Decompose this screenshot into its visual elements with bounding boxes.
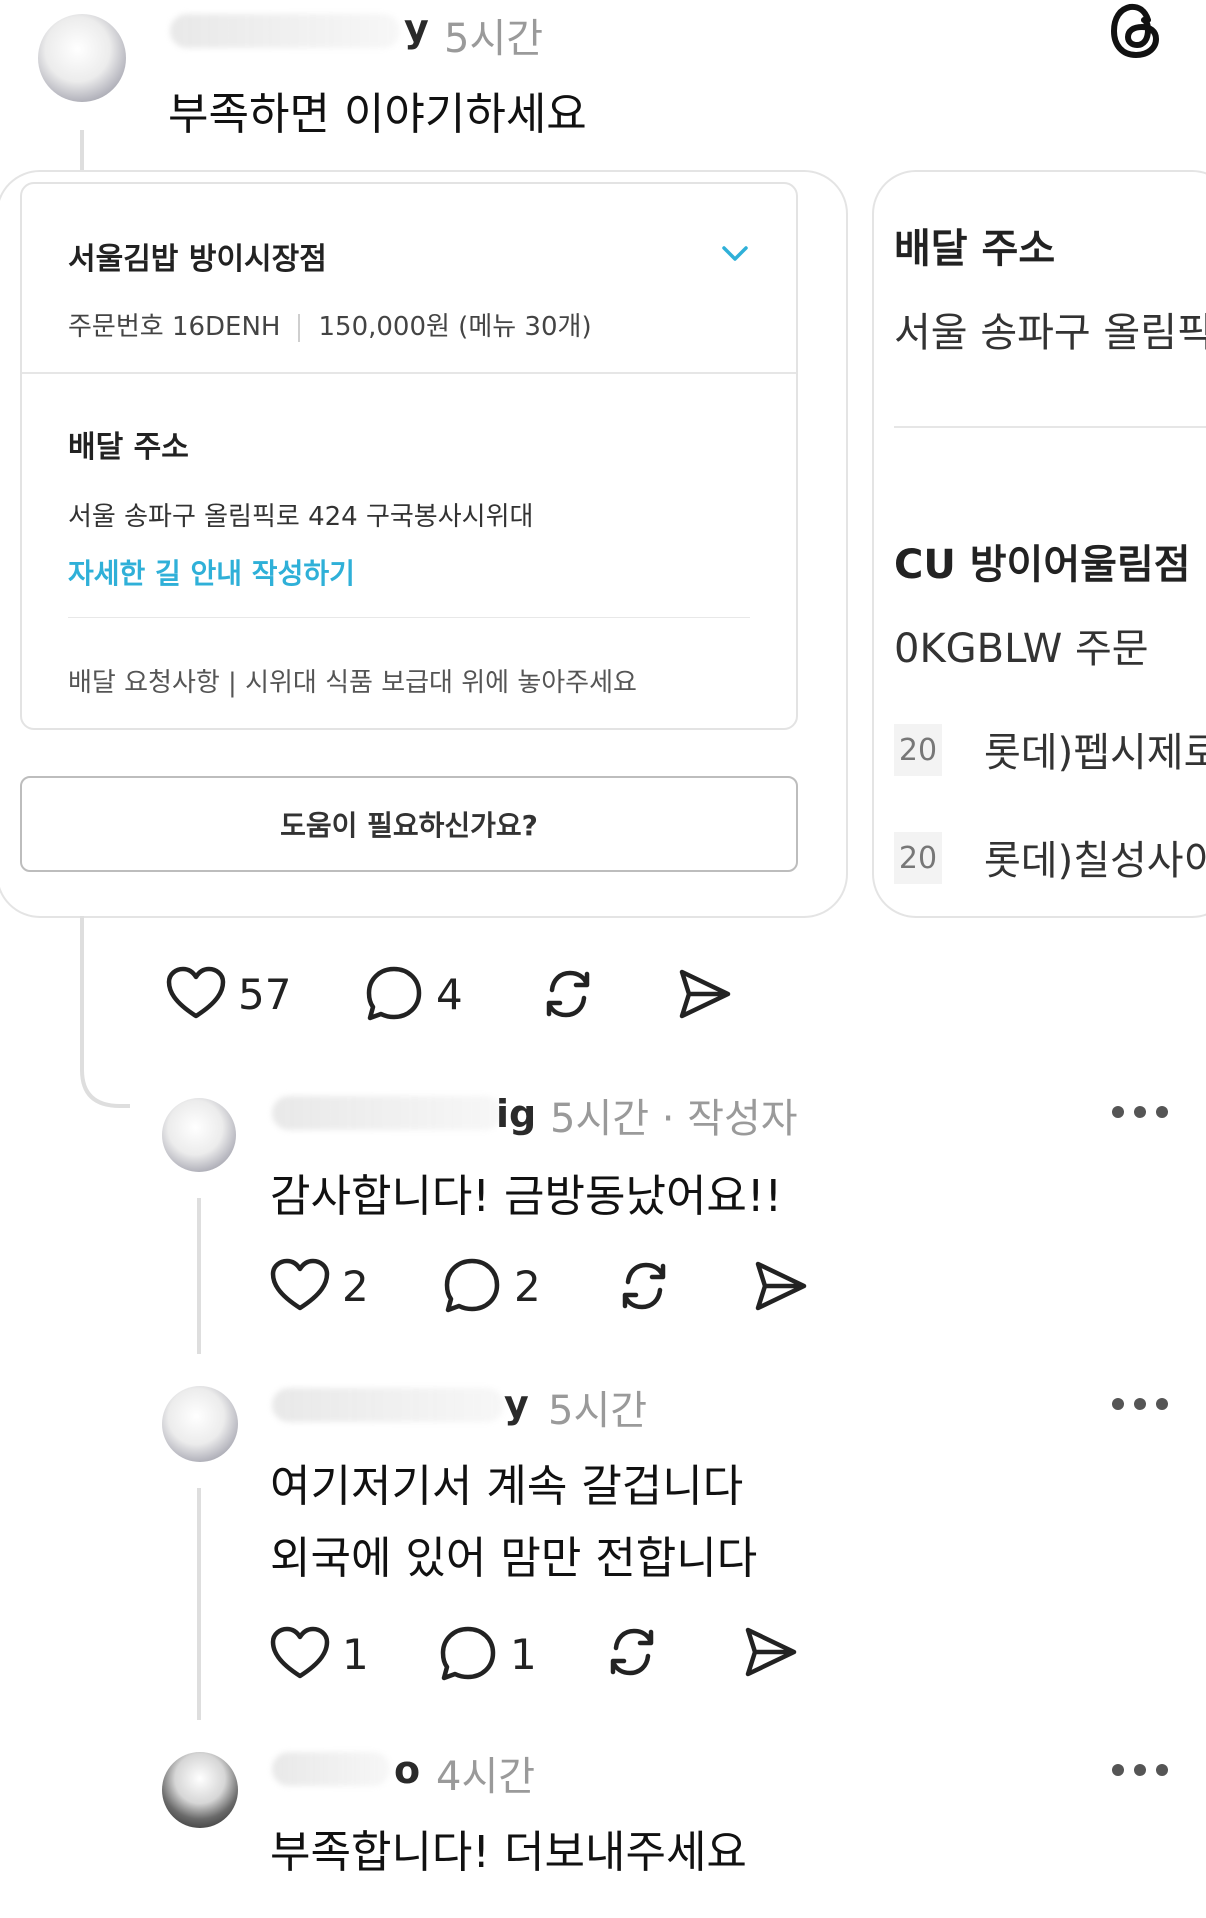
send-icon — [755, 1261, 807, 1311]
order-amount: 150,000원 (메뉴 30개) — [318, 312, 592, 342]
address-text: 서울 송파구 올림픽로 424 구국봉사시위대 — [68, 502, 534, 532]
item-qty: 20 — [894, 724, 942, 776]
comment-time: 5시간 — [548, 1388, 648, 1434]
divider — [68, 617, 750, 618]
address-title: 배달 주소 — [68, 430, 189, 465]
thread-line — [80, 916, 84, 1066]
reply-count: 2 — [514, 1261, 541, 1311]
username-tail: o — [394, 1748, 421, 1792]
username-tail: ig — [496, 1092, 537, 1136]
threads-logo-icon[interactable] — [1108, 0, 1164, 60]
share-button[interactable] — [750, 1256, 810, 1316]
send-icon — [679, 969, 731, 1019]
reply-button[interactable]: 2 — [442, 1256, 541, 1316]
store-name: CU 방이어울림점 — [894, 542, 1191, 588]
reply-button[interactable]: 1 — [438, 1624, 537, 1684]
username-blurred[interactable] — [272, 1752, 390, 1786]
divider — [298, 313, 301, 342]
repost-icon — [622, 1262, 666, 1310]
order-number: 0KGBLW 주문 — [894, 626, 1149, 672]
item-name: 롯데)펩시제로 — [984, 730, 1206, 776]
address-title: 배달 주소 — [894, 226, 1056, 272]
comment-text: 외국에 있어 맘만 전합니다 — [270, 1533, 758, 1584]
like-count: 57 — [238, 969, 292, 1019]
like-button[interactable]: 57 — [166, 966, 291, 1022]
username-blurred[interactable] — [170, 14, 400, 48]
more-icon[interactable] — [1112, 1394, 1168, 1414]
delivery-request: 배달 요청사항 | 시위대 식품 보급대 위에 놓아주세요 — [68, 668, 637, 698]
thread-line — [197, 1198, 201, 1354]
item-qty: 20 — [894, 832, 942, 884]
post-text: 부족하면 이야기하세요 — [168, 89, 587, 140]
attached-image-order-2[interactable]: 배달 주소 서울 송파구 올림픽... CU 방이어울림점 0KGBLW 주문 … — [872, 170, 1206, 918]
divider — [22, 372, 796, 374]
comment-text: 여기저기서 계속 갈겁니다 — [270, 1461, 744, 1512]
repost-button[interactable] — [614, 1256, 674, 1316]
reply-button[interactable]: 4 — [364, 964, 463, 1024]
avatar[interactable] — [162, 1098, 236, 1172]
avatar[interactable] — [38, 14, 126, 102]
share-button[interactable] — [740, 1622, 800, 1682]
like-count: 1 — [342, 1629, 369, 1679]
username-tail: y — [404, 6, 429, 50]
heart-icon — [270, 1258, 330, 1311]
item-name: 롯데)칠성사이 — [984, 838, 1206, 884]
order-number: 주문번호 16DENH — [68, 312, 281, 342]
reply-count: 1 — [510, 1629, 537, 1679]
comment-icon — [440, 1626, 496, 1681]
repost-icon — [546, 970, 590, 1018]
thread-line — [80, 130, 84, 170]
address-text: 서울 송파구 올림픽... — [894, 310, 1206, 356]
username-blurred[interactable] — [272, 1388, 504, 1422]
more-icon[interactable] — [1112, 1760, 1168, 1780]
order-card: 서울김밥 방이시장점 주문번호 16DENH 150,000원 (메뉴 30개) … — [20, 182, 798, 730]
username-tail: y — [504, 1382, 529, 1426]
repost-button[interactable] — [602, 1622, 662, 1682]
repost-icon — [610, 1628, 654, 1676]
heart-icon — [270, 1626, 330, 1679]
thread-line — [197, 1488, 201, 1720]
username-blurred[interactable] — [272, 1096, 502, 1130]
attached-image-order[interactable]: 서울김밥 방이시장점 주문번호 16DENH 150,000원 (메뉴 30개) … — [0, 170, 848, 918]
divider — [894, 426, 1206, 428]
store-name: 서울김밥 방이시장점 — [68, 242, 327, 277]
more-icon[interactable] — [1112, 1102, 1168, 1122]
repost-button[interactable] — [538, 964, 598, 1024]
share-button[interactable] — [674, 964, 734, 1024]
comment-icon — [366, 966, 422, 1021]
send-icon — [745, 1627, 797, 1677]
order-meta: 주문번호 16DENH 150,000원 (메뉴 30개) — [68, 306, 592, 343]
comment-text: 감사합니다! 금방동났어요!! — [270, 1171, 783, 1222]
comment-time: 5시간 · 작성자 — [550, 1096, 798, 1142]
comment-time: 4시간 — [436, 1754, 536, 1800]
like-button[interactable]: 2 — [270, 1258, 369, 1314]
reply-count: 4 — [436, 969, 463, 1019]
heart-icon — [166, 966, 226, 1019]
guide-link: 자세한 길 안내 작성하기 — [68, 557, 355, 590]
avatar[interactable] — [162, 1752, 238, 1828]
chevron-down-icon — [720, 238, 750, 268]
like-button[interactable]: 1 — [270, 1626, 369, 1682]
comment-text: 부족합니다! 더보내주세요 — [270, 1827, 747, 1878]
avatar[interactable] — [162, 1386, 238, 1462]
like-count: 2 — [342, 1261, 369, 1311]
comment-icon — [444, 1258, 500, 1313]
thread-line-curve — [80, 1060, 130, 1110]
post-time: 5시간 — [444, 16, 544, 62]
help-button: 도움이 필요하신가요? — [20, 776, 798, 872]
